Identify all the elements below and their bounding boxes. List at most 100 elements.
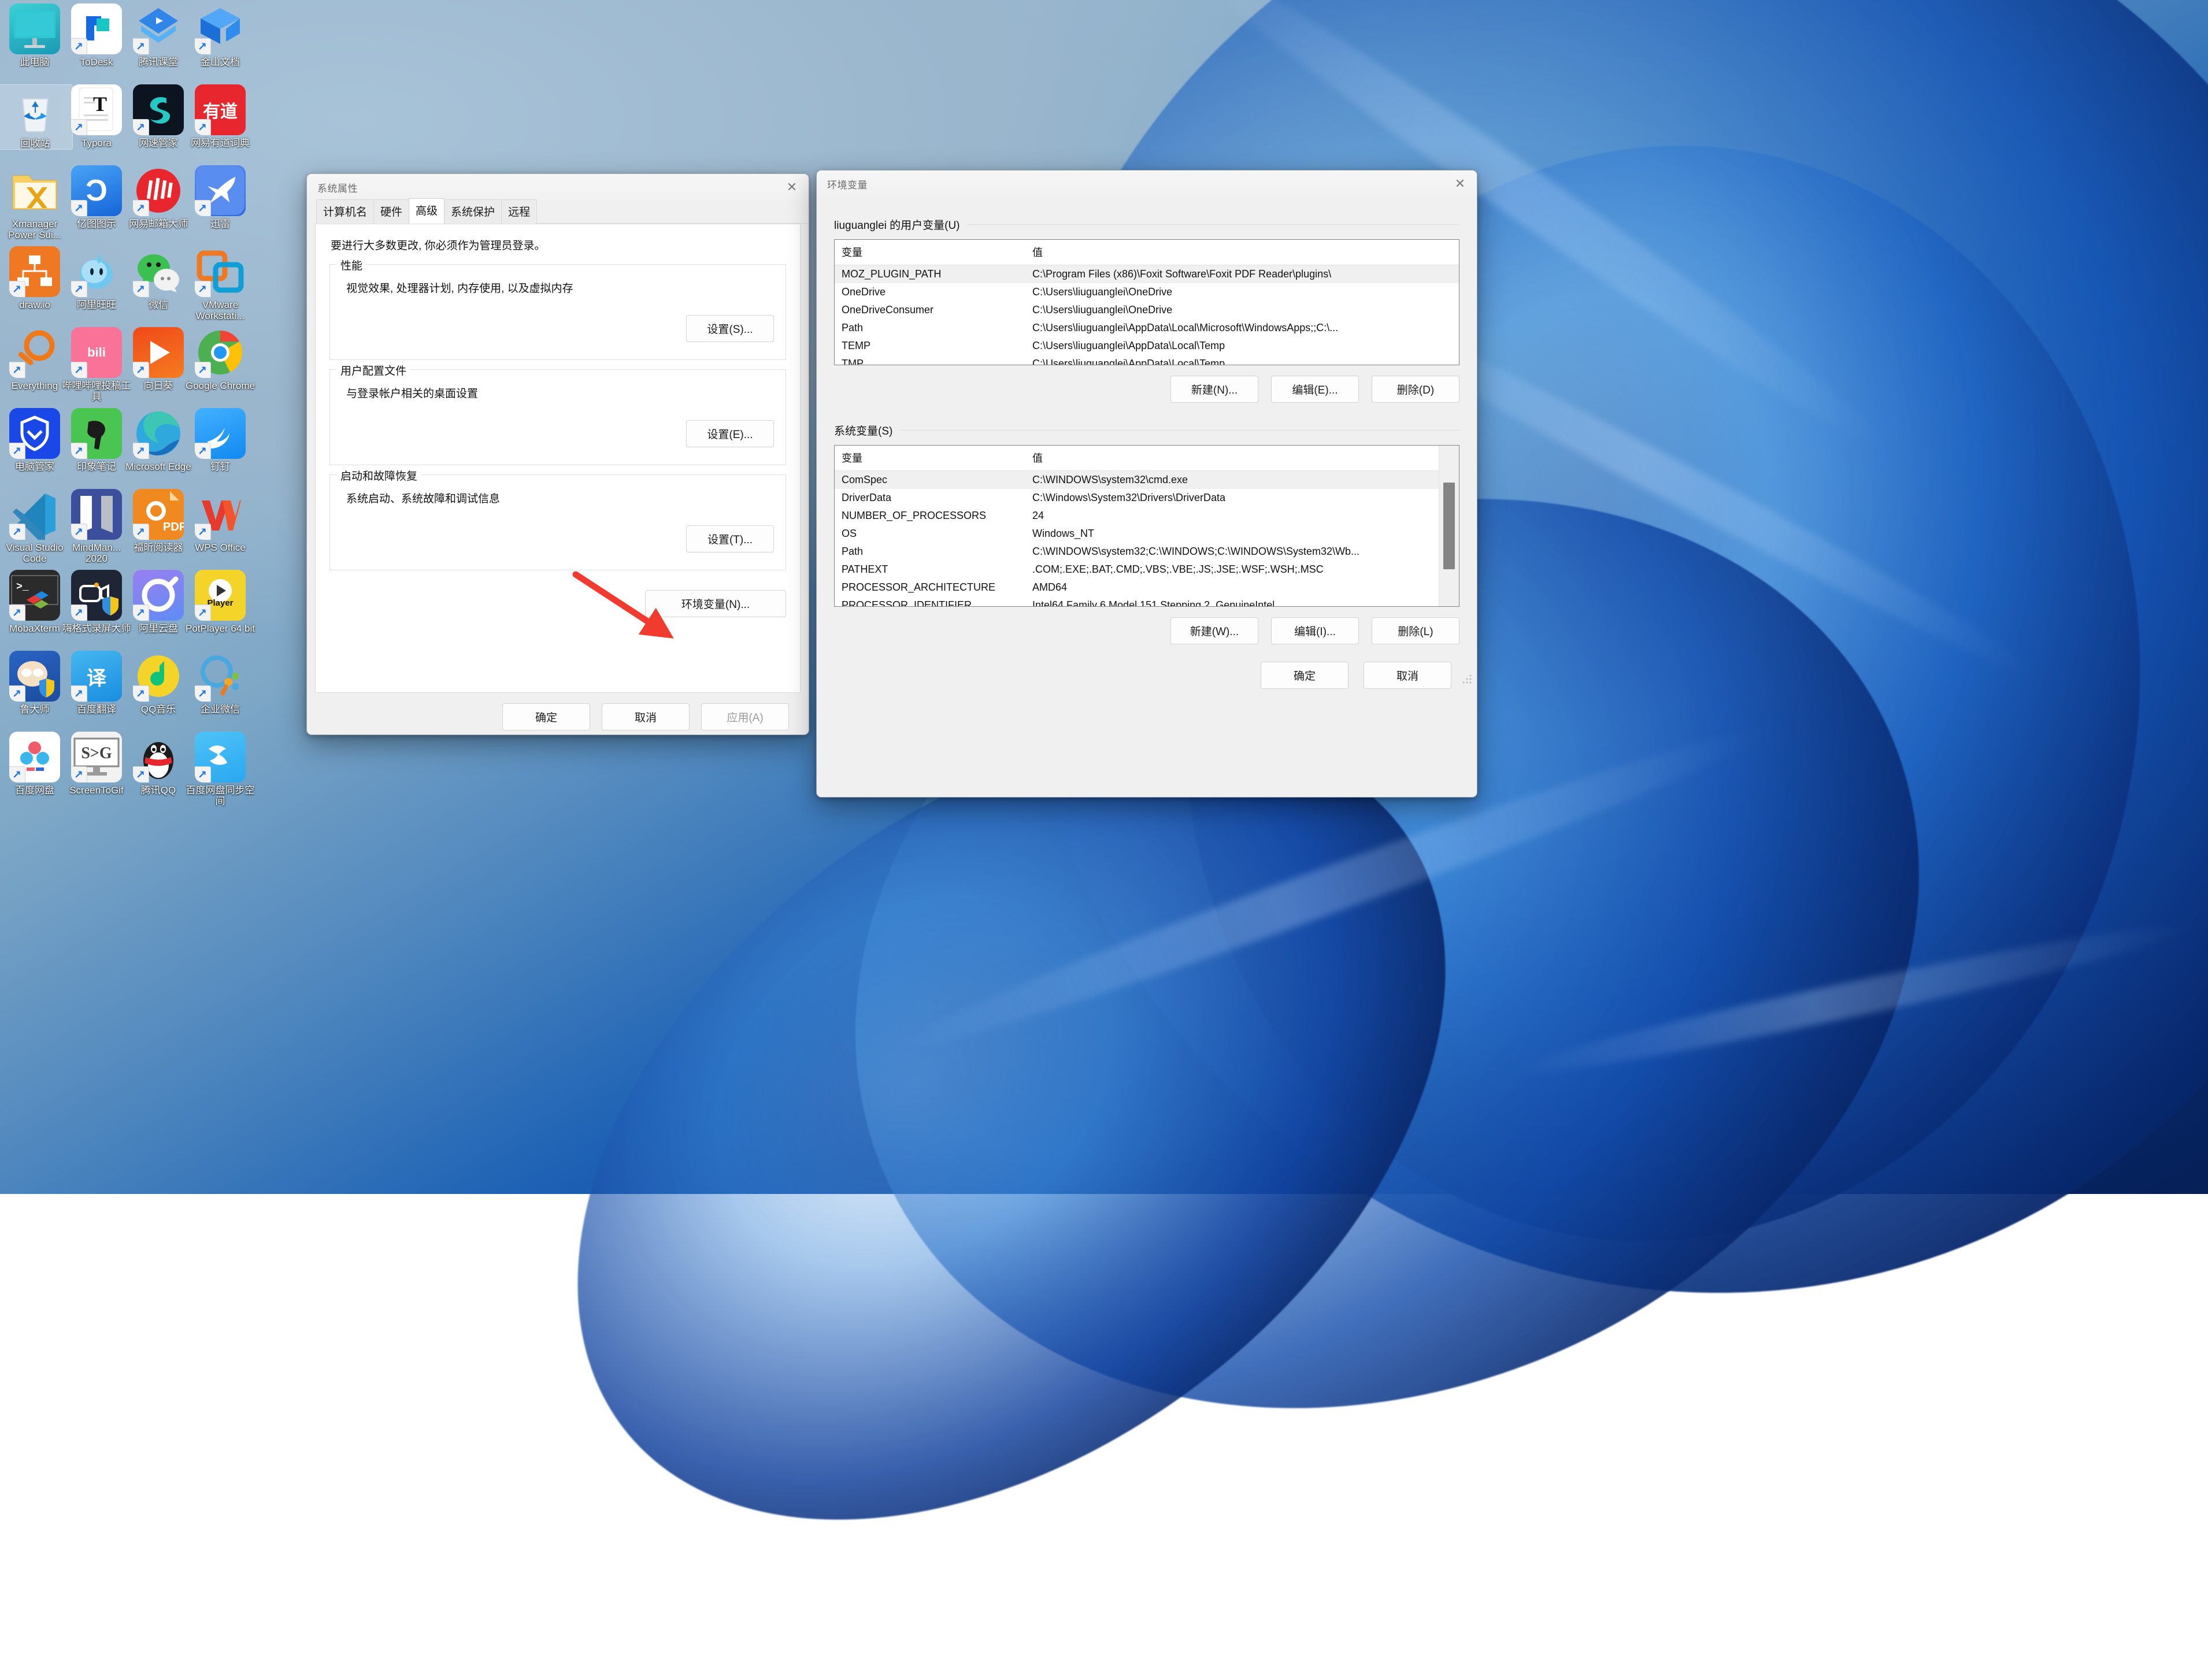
evernote-icon: ↗ [71, 408, 122, 459]
tab-4[interactable]: 远程 [501, 199, 538, 224]
variable-row[interactable]: MOZ_PLUGIN_PATH C:\Program Files (x86)\Fo… [835, 265, 1459, 283]
variable-row[interactable]: Path C:\WINDOWS\system32;C:\WINDOWS;C:\WI… [835, 543, 1439, 561]
user-variables-header-row: 变量 值 [835, 240, 1459, 265]
variable-row[interactable]: PROCESSOR_ARCHITECTURE AMD64 [835, 578, 1439, 596]
shortcut-arrow-icon: ↗ [71, 685, 87, 702]
system-delete-button[interactable]: 删除(L) [1372, 617, 1459, 644]
desktop-icon-vmware[interactable]: ↗ VMware Workstati... [183, 246, 257, 321]
edge-icon: ↗ [133, 408, 184, 459]
environment-variables-titlebar[interactable]: 环境变量 ✕ [817, 170, 1477, 197]
tencent-qq-icon: ↗ [133, 732, 184, 782]
user-variables-listbox[interactable]: 变量 值 MOZ_PLUGIN_PATH C:\Program Files (x8… [834, 239, 1459, 365]
user-edit-button[interactable]: 编辑(E)... [1271, 376, 1359, 403]
variable-value-cell: C:\Program Files (x86)\Foxit Software\Fo… [1032, 268, 1332, 280]
screentogif-icon: S>G ↗ [71, 732, 122, 782]
desktop-icon-wps-office[interactable]: ↗ WPS Office [183, 489, 257, 553]
column-header-variable: 变量 [842, 453, 862, 464]
system-variables-rows[interactable]: ComSpec C:\WINDOWS\system32\cmd.exe Driver… [835, 471, 1439, 607]
system-properties-tabstrip[interactable]: 计算机名 硬件 高级 系统保护 远程 [307, 198, 809, 224]
system-properties-titlebar[interactable]: 系统属性 ✕ [307, 174, 809, 201]
group-startup-recovery-desc: 系统启动、系统故障和调试信息 [346, 493, 501, 505]
qq-music-icon: ↗ [133, 651, 184, 702]
desktop-icon-baidu-netdisk-sync[interactable]: ↗ 百度网盘同步空间 [183, 732, 257, 807]
foxit-reader-icon: PDF ↗ [133, 489, 184, 540]
cancel-button[interactable]: 取消 [1364, 662, 1451, 689]
variable-value-cell: C:\WINDOWS\system32;C:\WINDOWS;C:\WINDOW… [1032, 546, 1360, 557]
system-edit-button[interactable]: 编辑(I)... [1271, 617, 1359, 644]
close-icon[interactable]: ✕ [1443, 170, 1477, 197]
scrollbar-thumb[interactable] [1443, 483, 1455, 569]
variable-row[interactable]: OS Windows_NT [835, 525, 1439, 543]
baidu-netdisk-icon: ↗ [9, 732, 60, 782]
variable-row[interactable]: DriverData C:\Windows\System32\Drivers\Dr… [835, 489, 1439, 507]
tab-2[interactable]: 高级 [409, 198, 445, 224]
variable-value-cell: AMD64 [1032, 581, 1068, 593]
svg-text:T: T [93, 92, 107, 116]
variable-name-cell: PROCESSOR_IDENTIFIER [842, 599, 972, 607]
environment-variables-title: 环境变量 [827, 179, 868, 191]
shortcut-arrow-icon: ↗ [133, 443, 149, 459]
shortcut-arrow-icon: ↗ [133, 524, 149, 540]
variable-row[interactable]: PATHEXT .COM;.EXE;.BAT;.CMD;.VBS;.VBE;.JS… [835, 561, 1439, 578]
environment-variables-button[interactable]: 环境变量(N)... [645, 590, 786, 617]
user-profiles-settings-button[interactable]: 设置(E)... [686, 420, 774, 447]
system-variables-listbox[interactable]: 变量 值 ComSpec C:\WINDOWS\system32\cmd.exe D… [834, 445, 1459, 607]
shortcut-arrow-icon: ↗ [71, 604, 87, 621]
aliyun-drive-icon: ↗ [133, 570, 184, 621]
user-variables-rows[interactable]: MOZ_PLUGIN_PATH C:\Program Files (x86)\Fo… [835, 265, 1459, 365]
variable-name-cell: MOZ_PLUGIN_PATH [842, 268, 942, 280]
performance-settings-button[interactable]: 设置(S)... [686, 315, 774, 342]
desktop-icon-youdao-dict[interactable]: 有道 ↗ 网易有道词典 [183, 84, 257, 149]
shortcut-arrow-icon: ↗ [133, 200, 149, 216]
group-performance: 性能 视觉效果, 处理器计划, 内存使用, 以及虚拟内存 设置(S)... [329, 257, 786, 360]
higeshi-recorder-icon: ↗ [71, 570, 122, 621]
variable-row[interactable]: Path C:\Users\liuguanglei\AppData\Local\M… [835, 319, 1459, 337]
system-properties-dialog[interactable]: 系统属性 ✕ 计算机名 硬件 高级 系统保护 远程 要进行大多数更改, 你必须作为管理员… [306, 173, 809, 735]
desktop-icon-label: 迅雷 [210, 218, 230, 229]
desktop-icon-label: VMware Workstati... [195, 299, 245, 322]
recycle-bin-icon [10, 85, 61, 136]
shortcut-arrow-icon: ↗ [71, 38, 87, 54]
tab-1[interactable]: 硬件 [373, 199, 410, 224]
shortcut-arrow-icon: ↗ [195, 766, 211, 782]
desktop-icon-kingsoft-docs[interactable]: ↗ 金山文档 [183, 3, 257, 68]
ok-button[interactable]: 确定 [1261, 662, 1348, 689]
desktop-icon-label: WPS Office [195, 542, 246, 553]
desktop-icon-label: 钉钉 [210, 461, 230, 472]
section-divider [966, 224, 1459, 225]
variable-name-cell: Path [842, 322, 864, 333]
system-new-button[interactable]: 新建(W)... [1170, 617, 1258, 644]
close-icon[interactable]: ✕ [775, 174, 809, 201]
variable-row[interactable]: OneDriveConsumer C:\Users\liuguanglei\One… [835, 301, 1459, 319]
ludashi-icon: ↗ [9, 651, 60, 702]
startup-recovery-settings-button[interactable]: 设置(T)... [686, 525, 774, 552]
desktop-icon-potplayer[interactable]: Player ↗ PotPlayer 64 bit [183, 570, 257, 634]
environment-variables-dialog[interactable]: 环境变量 ✕ liuguanglei 的用户变量(U) 变量 值 MOZ_PLU… [816, 170, 1477, 798]
variable-row[interactable]: TEMP C:\Users\liuguanglei\AppData\Local\T… [835, 337, 1459, 355]
system-variables-scrollbar[interactable] [1439, 446, 1459, 606]
ok-button[interactable]: 确定 [502, 703, 590, 730]
variable-row[interactable]: OneDrive C:\Users\liuguanglei\OneDrive [835, 283, 1459, 301]
shortcut-arrow-icon: ↗ [133, 362, 149, 378]
variable-row[interactable]: PROCESSOR_IDENTIFIER Intel64 Family 6 Mod… [835, 596, 1439, 607]
variable-row[interactable]: NUMBER_OF_PROCESSORS 24 [835, 507, 1439, 525]
cancel-button[interactable]: 取消 [602, 703, 690, 730]
resize-grip-icon[interactable] [1462, 674, 1472, 684]
shortcut-arrow-icon: ↗ [9, 524, 25, 540]
variable-row[interactable]: ComSpec C:\WINDOWS\system32\cmd.exe [835, 471, 1439, 489]
desktop-icon-chrome[interactable]: ↗ Google Chrome [183, 327, 257, 391]
shortcut-arrow-icon: ↗ [9, 362, 25, 378]
desktop-icon-wecom[interactable]: ↗ 企业微信 [183, 651, 257, 715]
variable-name-cell: ComSpec [842, 474, 888, 485]
desktop-icon-dingtalk[interactable]: ↗ 钉钉 [183, 408, 257, 472]
shortcut-arrow-icon: ↗ [133, 38, 149, 54]
drawio-icon: ↗ [9, 246, 60, 297]
shortcut-arrow-icon: ↗ [133, 604, 149, 621]
variable-row[interactable]: TMP C:\Users\liuguanglei\AppData\Local\Te… [835, 355, 1459, 365]
user-delete-button[interactable]: 删除(D) [1372, 376, 1459, 403]
tab-0[interactable]: 计算机名 [316, 199, 375, 224]
desktop-icon-thunder[interactable]: ↗ 迅雷 [183, 165, 257, 229]
user-new-button[interactable]: 新建(N)... [1170, 376, 1258, 403]
tab-3[interactable]: 系统保护 [444, 199, 502, 224]
system-properties-title: 系统属性 [317, 183, 358, 194]
